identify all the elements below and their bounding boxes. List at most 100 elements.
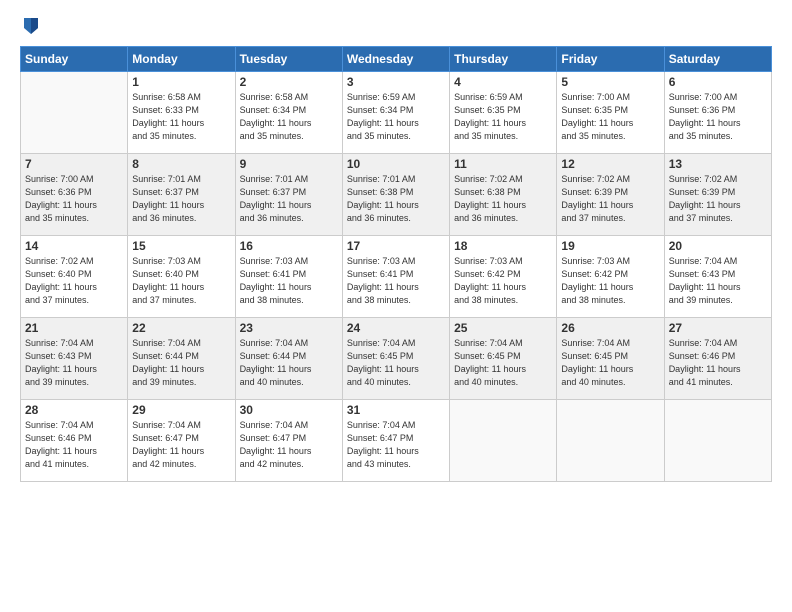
calendar-cell: 2 Sunrise: 6:58 AM Sunset: 6:34 PM Daylight…	[235, 72, 342, 154]
day-number: 13	[669, 157, 767, 171]
calendar-cell: 21Sunrise: 7:04 AMSunset: 6:43 PMDayligh…	[21, 318, 128, 400]
daylight-text2: and 38 minutes.	[561, 295, 625, 305]
day-number: 29	[132, 403, 230, 417]
daylight-text: Daylight: 11 hours	[561, 118, 633, 128]
daylight-text2: and 38 minutes.	[240, 295, 304, 305]
calendar-week-row: 28Sunrise: 7:04 AMSunset: 6:46 PMDayligh…	[21, 400, 772, 482]
day-number: 2	[240, 75, 338, 89]
day-info: Sunrise: 7:00 AMSunset: 6:36 PMDaylight:…	[669, 91, 767, 143]
sunrise-text: Sunrise: 7:01 AM	[132, 174, 201, 184]
daylight-text: Daylight: 11 hours	[454, 118, 526, 128]
daylight-text2: and 35 minutes.	[561, 131, 625, 141]
day-info: Sunrise: 6:59 AMSunset: 6:35 PMDaylight:…	[454, 91, 552, 143]
day-number: 28	[25, 403, 123, 417]
day-number: 31	[347, 403, 445, 417]
daylight-text2: and 36 minutes.	[347, 213, 411, 223]
calendar-cell: 6Sunrise: 7:00 AMSunset: 6:36 PMDaylight…	[664, 72, 771, 154]
sunrise-text: Sunrise: 7:02 AM	[561, 174, 630, 184]
sunrise-text: Sunrise: 7:01 AM	[347, 174, 416, 184]
day-number: 17	[347, 239, 445, 253]
sunset-text: Sunset: 6:40 PM	[132, 269, 199, 279]
day-number: 12	[561, 157, 659, 171]
col-header-monday: Monday	[128, 47, 235, 72]
sunset-text: Sunset: 6:45 PM	[561, 351, 628, 361]
sunrise-text: Sunrise: 7:04 AM	[561, 338, 630, 348]
daylight-text2: and 39 minutes.	[132, 377, 196, 387]
daylight-text2: and 39 minutes.	[25, 377, 89, 387]
sunset-text: Sunset: 6:34 PM	[240, 105, 307, 115]
day-number: 3	[347, 75, 445, 89]
sunrise-text: Sunrise: 7:00 AM	[25, 174, 94, 184]
day-info: Sunrise: 7:04 AMSunset: 6:47 PMDaylight:…	[347, 419, 445, 471]
daylight-text: Daylight: 11 hours	[240, 282, 312, 292]
daylight-text2: and 36 minutes.	[132, 213, 196, 223]
sunset-text: Sunset: 6:35 PM	[454, 105, 521, 115]
sunrise-text: Sunrise: 7:04 AM	[454, 338, 523, 348]
daylight-text: Daylight: 11 hours	[240, 118, 312, 128]
day-info: Sunrise: 7:04 AM Sunset: 6:45 PM Daylight:…	[561, 337, 659, 389]
sunrise-text: Sunrise: 7:03 AM	[454, 256, 523, 266]
daylight-text: Daylight: 11 hours	[669, 200, 741, 210]
calendar-cell: 16Sunrise: 7:03 AMSunset: 6:41 PMDayligh…	[235, 236, 342, 318]
sunrise-text: Sunrise: 6:58 AM	[240, 92, 309, 102]
day-info: Sunrise: 7:04 AMSunset: 6:44 PMDaylight:…	[240, 337, 338, 389]
sunset-text: Sunset: 6:35 PM	[561, 105, 628, 115]
daylight-text: Daylight: 11 hours	[454, 200, 526, 210]
sunrise-text: Sunrise: 7:00 AM	[669, 92, 738, 102]
calendar-cell: 18Sunrise: 7:03 AMSunset: 6:42 PMDayligh…	[450, 236, 557, 318]
calendar-cell	[450, 400, 557, 482]
daylight-text: Daylight: 11 hours	[561, 364, 633, 374]
day-number: 19	[561, 239, 659, 253]
sunrise-text: Sunrise: 7:03 AM	[240, 256, 309, 266]
calendar-cell: 24Sunrise: 7:04 AMSunset: 6:45 PMDayligh…	[342, 318, 449, 400]
day-number: 18	[454, 239, 552, 253]
col-header-wednesday: Wednesday	[342, 47, 449, 72]
calendar-week-row: 7Sunrise: 7:00 AMSunset: 6:36 PMDaylight…	[21, 154, 772, 236]
sunrise-text: Sunrise: 7:00 AM	[561, 92, 630, 102]
daylight-text2: and 36 minutes.	[240, 213, 304, 223]
calendar-cell: 3Sunrise: 6:59 AMSunset: 6:34 PMDaylight…	[342, 72, 449, 154]
daylight-text2: and 37 minutes.	[669, 213, 733, 223]
calendar-cell: 4Sunrise: 6:59 AMSunset: 6:35 PMDaylight…	[450, 72, 557, 154]
calendar-cell: 8Sunrise: 7:01 AMSunset: 6:37 PMDaylight…	[128, 154, 235, 236]
sunrise-text: Sunrise: 7:04 AM	[25, 338, 94, 348]
daylight-text2: and 42 minutes.	[240, 459, 304, 469]
calendar-cell: 28Sunrise: 7:04 AMSunset: 6:46 PMDayligh…	[21, 400, 128, 482]
daylight-text: Daylight: 11 hours	[240, 200, 312, 210]
calendar-cell: 26Sunrise: 7:04 AMSunset: 6:45 PMDayligh…	[557, 318, 664, 400]
day-number: 27	[669, 321, 767, 335]
sunset-text: Sunset: 6:34 PM	[347, 105, 414, 115]
day-info: Sunrise: 7:04 AMSunset: 6:46 PMDaylight:…	[669, 337, 767, 389]
day-info: Sunrise: 7:01 AMSunset: 6:38 PMDaylight:…	[347, 173, 445, 225]
daylight-text2: and 40 minutes.	[347, 377, 411, 387]
daylight-text: Daylight: 11 hours	[347, 364, 419, 374]
calendar-cell	[557, 400, 664, 482]
day-number: 16	[240, 239, 338, 253]
calendar-cell: 12Sunrise: 7:02 AMSunset: 6:39 PMDayligh…	[557, 154, 664, 236]
calendar-cell: 30Sunrise: 7:04 AMSunset: 6:47 PMDayligh…	[235, 400, 342, 482]
daylight-text2: and 35 minutes.	[132, 131, 196, 141]
sunset-text: Sunset: 6:36 PM	[25, 187, 92, 197]
daylight-text: Daylight: 11 hours	[347, 200, 419, 210]
daylight-text2: and 42 minutes.	[132, 459, 196, 469]
sunset-text: Sunset: 6:42 PM	[454, 269, 521, 279]
daylight-text2: and 40 minutes.	[454, 377, 518, 387]
day-info: Sunrise: 6:58 AMSunset: 6:33 PMDaylight:…	[132, 91, 230, 143]
daylight-text2: and 38 minutes.	[454, 295, 518, 305]
day-number: 22	[132, 321, 230, 335]
daylight-text2: and 35 minutes.	[669, 131, 733, 141]
daylight-text2: and 35 minutes.	[25, 213, 89, 223]
daylight-text2: and 37 minutes.	[561, 213, 625, 223]
daylight-text2: and 35 minutes.	[454, 131, 518, 141]
sunset-text: Sunset: 6:47 PM	[240, 433, 307, 443]
day-info: Sunrise: 6:59 AMSunset: 6:34 PMDaylight:…	[347, 91, 445, 143]
sunset-text: Sunset: 6:33 PM	[132, 105, 199, 115]
calendar-cell: 19Sunrise: 7:03 AMSunset: 6:42 PMDayligh…	[557, 236, 664, 318]
daylight-text2: and 37 minutes.	[25, 295, 89, 305]
day-number: 25	[454, 321, 552, 335]
sunrise-text: Sunrise: 6:59 AM	[347, 92, 416, 102]
day-number: 20	[669, 239, 767, 253]
day-number: 24	[347, 321, 445, 335]
calendar-cell: 22Sunrise: 7:04 AMSunset: 6:44 PMDayligh…	[128, 318, 235, 400]
daylight-text2: and 40 minutes.	[561, 377, 625, 387]
